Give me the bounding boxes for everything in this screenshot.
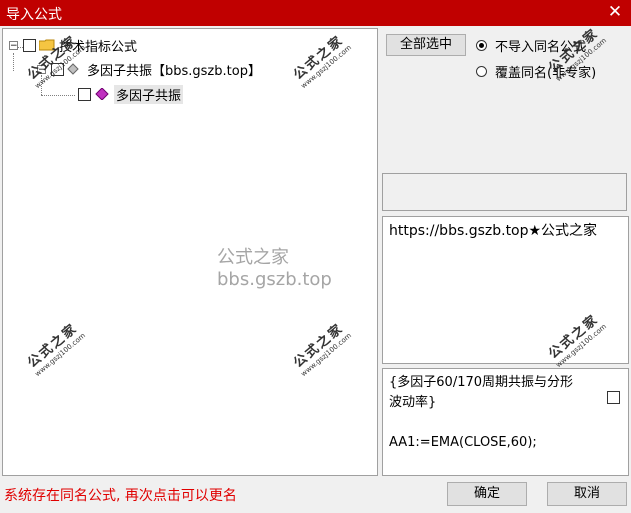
expand-toggle-icon[interactable]: −	[9, 40, 18, 50]
formula-tree[interactable]: − 技术指标公式 − 多因子共振【bbs.gszb.top】 多因子共振 公式之…	[2, 28, 378, 476]
radio-unselected-icon[interactable]	[476, 66, 487, 77]
tree-node-root[interactable]: − 技术指标公式	[9, 35, 137, 55]
group-checkbox[interactable]	[51, 62, 64, 76]
tree-node-label: 多因子共振【bbs.gszb.top】	[87, 63, 261, 79]
folder-icon	[39, 39, 55, 51]
indicator-icon	[95, 88, 109, 100]
watermark-stamp: 公式之家 www.gszj100.com	[25, 320, 87, 379]
close-icon[interactable]: ✕	[605, 2, 625, 22]
formula-preview-box[interactable]: {多因子60/170周期共振与分形 波动率} AA1:=EMA(CLOSE,60…	[382, 368, 629, 476]
window-title: 导入公式	[6, 7, 62, 23]
cancel-button[interactable]: 取消	[547, 482, 627, 506]
radio-overwrite-label: 覆盖同名(非专家)	[495, 66, 597, 81]
root-checkbox[interactable]	[23, 38, 36, 52]
formula-line: AA1:=EMA(CLOSE,60);	[389, 435, 537, 450]
formula-line: 波动率}	[389, 395, 437, 410]
import-formula-dialog: 导入公式 ✕ − 技术指标公式 − 多因子共振【bbs.gszb.top】 多因…	[0, 0, 631, 513]
center-watermark: 公式之家 bbs.gszb.top	[217, 247, 332, 290]
tree-node-label: 多因子共振	[114, 84, 184, 104]
item-checkbox[interactable]	[78, 87, 91, 101]
ok-button[interactable]: 确定	[447, 482, 527, 506]
expand-toggle-icon[interactable]: −	[37, 64, 46, 74]
formula-checkbox[interactable]	[607, 391, 620, 404]
radio-overwrite-duplicates[interactable]: 覆盖同名(非专家)	[476, 62, 596, 81]
formula-group-icon	[67, 63, 79, 75]
radio-skip-label: 不导入同名公式	[495, 40, 587, 55]
formula-preview: {多因子60/170周期共振与分形 波动率} AA1:=EMA(CLOSE,60…	[383, 369, 628, 457]
formula-line: {多因子60/170周期共振与分形	[389, 375, 574, 390]
tree-node-item[interactable]: 多因子共振	[75, 84, 184, 104]
empty-info-box	[382, 173, 627, 211]
watermark-stamp: 公式之家 www.gszj100.com	[291, 32, 353, 91]
title-bar[interactable]: 导入公式 ✕	[0, 0, 631, 26]
radio-skip-duplicates[interactable]: 不导入同名公式	[476, 36, 586, 55]
select-all-button[interactable]: 全部选中	[386, 34, 466, 56]
description-box[interactable]: https://bbs.gszb.top★公式之家	[382, 216, 629, 364]
watermark-stamp: 公式之家 www.gszj100.com	[291, 320, 353, 379]
radio-selected-icon[interactable]	[476, 40, 487, 51]
tree-node-group[interactable]: − 多因子共振【bbs.gszb.top】	[37, 59, 261, 79]
tree-node-label: 技术指标公式	[59, 39, 138, 55]
status-message: 系统存在同名公式, 再次点击可以更名	[4, 488, 237, 504]
description-text: https://bbs.gszb.top★公式之家	[389, 223, 598, 239]
